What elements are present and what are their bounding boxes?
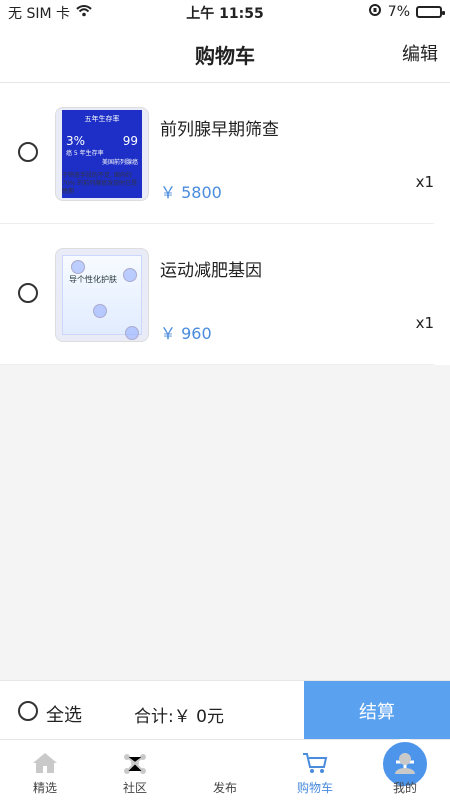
cart-list: 五年生存率 3% 99 癌 5 年生存率 美国前列腺癌 于筛查手段的不足, 国内… bbox=[0, 83, 450, 365]
select-all-label[interactable]: 全选 bbox=[46, 701, 82, 727]
thumb-bubble bbox=[125, 326, 139, 340]
molecule-icon bbox=[90, 751, 180, 775]
tab-featured[interactable]: 精选 bbox=[0, 751, 90, 796]
battery-icon bbox=[416, 6, 445, 18]
cart-item: 五年生存率 3% 99 癌 5 年生存率 美国前列腺癌 于筛查手段的不足, 国内… bbox=[0, 83, 434, 224]
product-thumbnail[interactable]: 导个性化护肤 bbox=[55, 248, 149, 342]
tab-bar: 精选 社区 发布 购物车 我的 bbox=[0, 739, 450, 800]
tab-label: 我的 bbox=[392, 781, 417, 795]
cart-icon bbox=[270, 751, 360, 775]
cart-footer: 全选 合计:￥ 0元 结算 bbox=[0, 680, 450, 741]
product-quantity: x1 bbox=[415, 314, 434, 332]
status-right: 7% bbox=[368, 3, 445, 21]
thumb-title: 五年生存率 bbox=[84, 115, 120, 123]
user-icon bbox=[360, 751, 450, 775]
tab-label: 购物车 bbox=[296, 781, 333, 795]
thumb-bubble bbox=[71, 260, 85, 274]
thumb-card: 导个性化护肤 bbox=[62, 255, 142, 340]
status-bar: 无 SIM 卡 上午 11:55 7% bbox=[0, 0, 450, 24]
thumb-caption: 于筛查手段的不足, 国内约70% 的前列腺癌发现时已是晚期 bbox=[62, 172, 138, 195]
product-price: ￥ 960 bbox=[160, 324, 212, 343]
tab-publish[interactable]: 发布 bbox=[180, 739, 430, 796]
header: 购物车 编辑 bbox=[0, 24, 450, 83]
product-name[interactable]: 前列腺早期筛查 bbox=[160, 115, 279, 140]
select-all-radio[interactable] bbox=[18, 701, 38, 721]
edit-button[interactable]: 编辑 bbox=[402, 40, 438, 66]
tab-label: 社区 bbox=[122, 781, 147, 795]
page-title: 购物车 bbox=[195, 44, 255, 68]
total-amount: 合计:￥ 0元 bbox=[134, 707, 224, 727]
thumb-bubble bbox=[123, 268, 137, 282]
home-icon bbox=[0, 751, 90, 775]
rotation-lock-icon bbox=[368, 3, 382, 21]
tab-label: 发布 bbox=[212, 781, 237, 795]
checkout-button[interactable]: 结算 bbox=[304, 681, 450, 741]
thumb-sub-right: 美国前列腺癌 bbox=[101, 159, 138, 166]
product-price: ￥ 5800 bbox=[160, 183, 222, 202]
thumb-number-left: 3% bbox=[66, 134, 86, 148]
thumb-bubble bbox=[93, 304, 107, 318]
thumb-sub-left: 癌 5 年生存率 bbox=[66, 150, 104, 157]
product-name[interactable]: 运动减肥基因 bbox=[160, 256, 262, 281]
thumb-sub: 癌 5 年生存率 美国前列腺癌 bbox=[62, 148, 142, 166]
tab-community[interactable]: 社区 bbox=[90, 751, 180, 796]
tab-cart[interactable]: 购物车 bbox=[270, 751, 360, 796]
item-select-radio[interactable] bbox=[18, 142, 38, 162]
item-select-radio[interactable] bbox=[18, 283, 38, 303]
product-quantity: x1 bbox=[415, 173, 434, 191]
tab-profile[interactable]: 我的 bbox=[360, 751, 450, 796]
tab-label: 精选 bbox=[32, 781, 57, 795]
thumb-numbers: 3% 99 bbox=[62, 134, 142, 148]
thumb-number-right: 99 bbox=[122, 134, 138, 148]
battery-percent: 7% bbox=[387, 4, 410, 20]
cart-item: 导个性化护肤 运动减肥基因 ￥ 960 x1 bbox=[0, 224, 434, 365]
product-thumbnail[interactable]: 五年生存率 3% 99 癌 5 年生存率 美国前列腺癌 于筛查手段的不足, 国内… bbox=[55, 107, 149, 201]
